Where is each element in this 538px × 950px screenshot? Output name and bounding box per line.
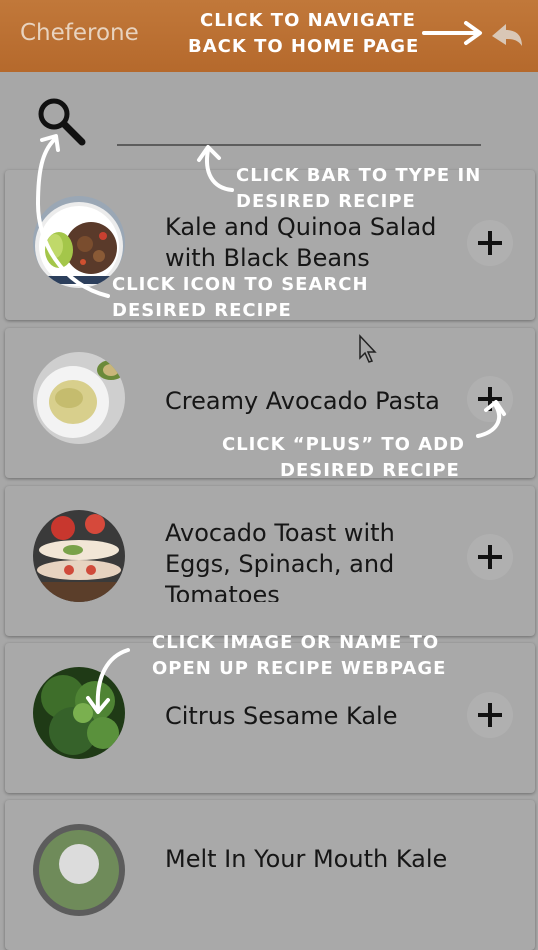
add-recipe-button[interactable] bbox=[467, 692, 513, 738]
annotation-image-line1: CLICK IMAGE OR NAME TO bbox=[152, 632, 440, 653]
annotation-type-line1: CLICK BAR TO TYPE IN bbox=[236, 165, 482, 186]
annotation-navigate-line2: BACK TO HOME PAGE bbox=[188, 36, 420, 57]
search-icon bbox=[38, 98, 86, 146]
recipe-card[interactable]: Avocado Toast with Eggs, Spinach, and To… bbox=[5, 486, 535, 636]
annotation-search-line1: CLICK ICON TO SEARCH bbox=[112, 274, 369, 295]
recipe-image[interactable] bbox=[33, 352, 125, 444]
recipe-image[interactable] bbox=[33, 824, 125, 916]
recipe-name[interactable]: Creamy Avocado Pasta bbox=[165, 386, 465, 417]
recipe-name[interactable]: Citrus Sesame Kale bbox=[165, 701, 465, 732]
app-title: Cheferone bbox=[20, 20, 139, 46]
annotation-navigate-line1: CLICK TO NAVIGATE bbox=[200, 10, 416, 31]
plus-icon bbox=[478, 387, 502, 411]
search-input[interactable] bbox=[117, 118, 481, 146]
back-arrow-icon bbox=[492, 24, 522, 46]
plus-icon bbox=[478, 231, 502, 255]
recipe-name[interactable]: Melt In Your Mouth Kale bbox=[165, 844, 465, 875]
recipe-image[interactable] bbox=[33, 667, 125, 759]
add-recipe-button[interactable] bbox=[467, 376, 513, 422]
annotation-search-line2: DESIRED RECIPE bbox=[112, 300, 292, 321]
add-recipe-button[interactable] bbox=[467, 534, 513, 580]
annotation-type-line2: DESIRED RECIPE bbox=[236, 191, 416, 212]
recipe-name[interactable]: Kale and Quinoa Salad with Black Beans bbox=[165, 212, 465, 274]
search-button[interactable] bbox=[34, 94, 90, 150]
recipe-image[interactable] bbox=[33, 510, 125, 602]
recipe-card[interactable]: Melt In Your Mouth Kale bbox=[5, 800, 535, 950]
plus-icon bbox=[478, 703, 502, 727]
back-button[interactable] bbox=[486, 18, 526, 54]
annotation-image-line2: OPEN UP RECIPE WEBPAGE bbox=[152, 658, 447, 679]
annotation-plus-line2: DESIRED RECIPE bbox=[280, 460, 460, 481]
plus-icon bbox=[478, 545, 502, 569]
annotation-plus-line1: CLICK “PLUS” TO ADD bbox=[222, 434, 465, 455]
add-recipe-button[interactable] bbox=[467, 220, 513, 266]
recipe-name[interactable]: Avocado Toast with Eggs, Spinach, and To… bbox=[165, 518, 465, 602]
